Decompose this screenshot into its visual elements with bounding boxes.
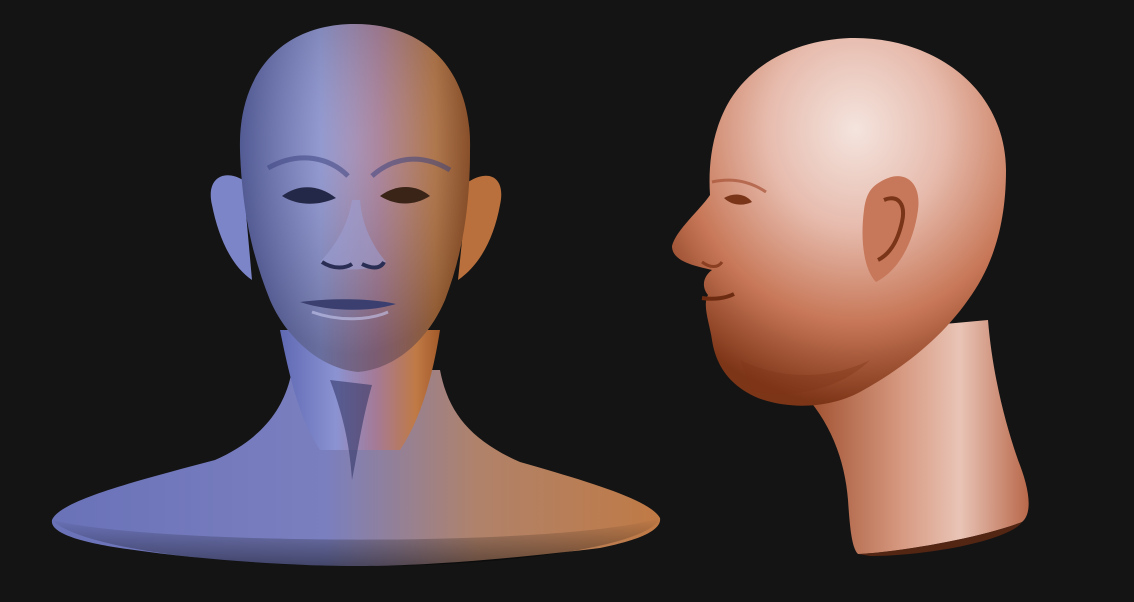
sculpt-render-canvas <box>0 0 1134 602</box>
